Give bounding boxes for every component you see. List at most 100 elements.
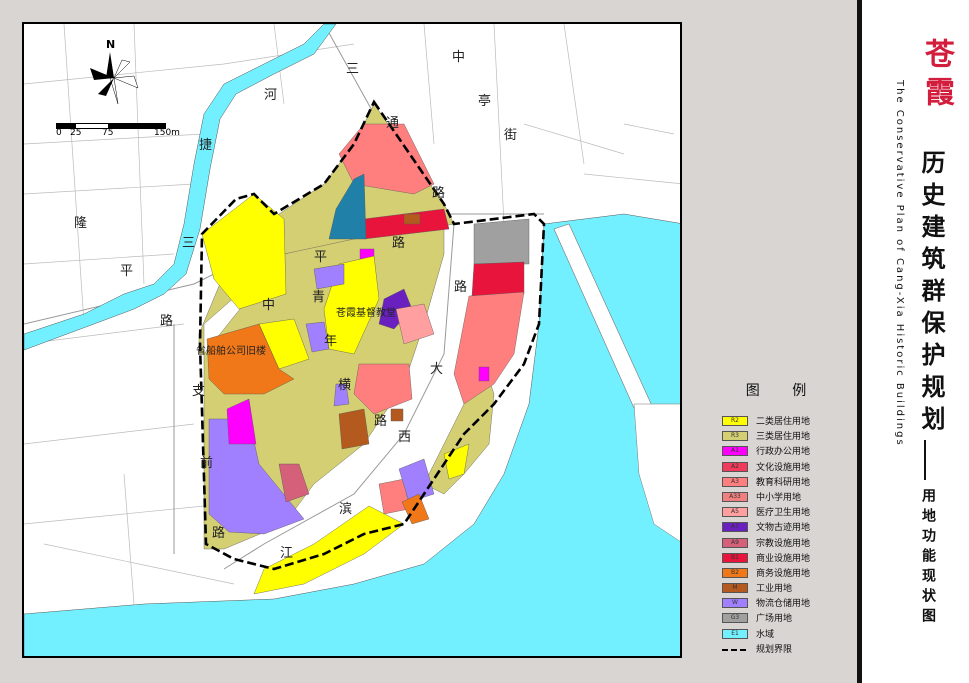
legend-label: 医疗卫生用地	[756, 508, 811, 519]
street-label-long: 隆	[74, 216, 88, 231]
parcel-a33-east	[453, 291, 525, 405]
legend-item: 规划界限	[718, 642, 848, 657]
title-cn-black: 历史建筑群保护规划	[917, 150, 946, 438]
legend-item: A2 文化设施用地	[718, 460, 848, 475]
legend-label: 文化设施用地	[756, 462, 811, 473]
legend-item: G3 广场用地	[718, 611, 848, 626]
street-label-ting: 亭	[478, 94, 492, 109]
street-label-lu4: 路	[454, 280, 468, 295]
parcel-m-north	[403, 213, 421, 225]
street-label-da: 大	[430, 362, 444, 377]
legend-swatch: R3	[722, 431, 748, 442]
legend-swatch: W	[722, 598, 748, 609]
legend-label: 中小学用地	[756, 492, 802, 503]
street-label-qian: 前	[200, 456, 214, 471]
street-label-zhi: 支	[192, 384, 206, 399]
street-label-san: 三	[346, 62, 360, 77]
street-label-xi: 西	[398, 430, 412, 445]
street-label-qing: 青	[312, 290, 326, 305]
compass-icon	[90, 52, 139, 105]
title-cn-red: 苍霞	[919, 38, 954, 114]
legend-label: 行政办公用地	[756, 447, 811, 458]
legend-label: 教育科研用地	[756, 477, 811, 488]
legend-swatch: A5	[722, 507, 748, 518]
legend-label: 规划界限	[756, 644, 793, 655]
poi-label-church: 苍霞基督教堂	[336, 308, 396, 319]
legend-item: A3 教育科研用地	[718, 475, 848, 490]
street-label-he: 河	[264, 88, 278, 103]
legend-item: A5 医疗卫生用地	[718, 505, 848, 520]
street-label-lu3: 路	[392, 236, 406, 251]
legend-swatch: E1	[722, 628, 748, 639]
subtitle-cn: 用地功能现状图	[920, 488, 936, 628]
street-label-ping: 平	[120, 264, 134, 279]
street-label-lu2: 路	[160, 314, 174, 329]
legend-label: 工业用地	[756, 584, 793, 595]
legend-label: 商务设施用地	[756, 568, 811, 579]
legend-swatch	[722, 648, 748, 651]
legend-item: R2 二类居住用地	[718, 414, 848, 429]
street-label-zhong2: 中	[262, 298, 276, 313]
parcel-g3	[473, 218, 530, 265]
street-label-bin: 滨	[339, 502, 353, 517]
legend-swatch: A9	[722, 537, 748, 548]
street-label-jie2: 捷	[199, 138, 213, 153]
legend-label: 宗教设施用地	[756, 538, 811, 549]
legend-label: 物流仓储用地	[756, 599, 811, 610]
legend-rows: R2 二类居住用地 R3 三类居住用地 A1 行政办公用地 A2 文化设施用地 A3 教育科研用地…	[718, 414, 848, 657]
legend-swatch: M	[722, 583, 748, 594]
poi-label-company: 省船舶公司旧楼	[196, 346, 266, 357]
scale-label-0: 0	[56, 128, 62, 138]
street-label-lu1: 路	[432, 186, 446, 201]
legend-swatch: A3	[722, 476, 748, 487]
street-label-ping2: 平	[314, 250, 328, 265]
legend-title: 图 例	[745, 383, 821, 399]
scale-label-25: 25	[70, 128, 82, 138]
legend-swatch: B1	[722, 552, 748, 563]
scale-bar: 0 25 75 150m	[56, 120, 180, 138]
street-label-jie: 街	[504, 128, 518, 143]
scale-label-150m: 150m	[154, 128, 180, 138]
legend-label: 文物古迹用地	[756, 523, 811, 534]
legend-item: B1 商业设施用地	[718, 551, 848, 566]
legend-label: 广场用地	[756, 614, 793, 625]
parcel-b1-east	[471, 261, 525, 297]
scale-label-75: 75	[102, 128, 114, 138]
map-panel: N 0 25 75 150m 三 通 路 中 亭 街 河 捷 隆 三 平 路 中…	[22, 22, 682, 658]
parcel-m-center	[338, 408, 370, 450]
street-label-heng: 横	[338, 378, 352, 393]
subtitle-line	[924, 440, 926, 480]
legend-label: 水域	[756, 629, 775, 640]
legend-label: 三类居住用地	[756, 432, 811, 443]
street-label-nian: 年	[324, 334, 338, 349]
legend-item: A7 文物古迹用地	[718, 520, 848, 535]
legend-item: R3 三类居住用地	[718, 429, 848, 444]
legend-swatch: A1	[722, 446, 748, 457]
street-label-san2: 三	[182, 236, 196, 251]
legend-swatch: A33	[722, 491, 748, 502]
legend-swatch: G3	[722, 613, 748, 624]
legend-item: M 工业用地	[718, 581, 848, 596]
legend-item: E1 水域	[718, 627, 848, 642]
parcel-m-small	[390, 408, 404, 422]
legend-swatch: A7	[722, 522, 748, 533]
title-panel: 苍霞 The Conservative Plan of Cang-Xia His…	[857, 0, 969, 683]
street-label-zhong1: 中	[452, 50, 466, 65]
legend-item: A1 行政办公用地	[718, 444, 848, 459]
legend-swatch: R2	[722, 416, 748, 426]
legend-label: 商业设施用地	[756, 553, 811, 564]
parcel-a1-east	[478, 366, 490, 382]
legend-item: A9 宗教设施用地	[718, 536, 848, 551]
street-label-lu6: 路	[212, 526, 226, 541]
legend-item: B2 商务设施用地	[718, 566, 848, 581]
title-en: The Conservative Plan of Cang-Xia Histor…	[894, 80, 905, 447]
legend: 图 例 R2 二类居住用地 R3 三类居住用地 A1 行政办公用地 A2 文化设施用地 A3 教育…	[718, 380, 848, 657]
legend-label: 二类居住用地	[756, 417, 811, 427]
legend-item: A33 中小学用地	[718, 490, 848, 505]
street-label-lu5: 路	[374, 414, 388, 429]
parcel-r2-west	[201, 193, 287, 310]
street-label-tong: 通	[386, 116, 400, 131]
legend-swatch: B2	[722, 567, 748, 578]
legend-item: W 物流仓储用地	[718, 596, 848, 611]
street-label-jiang: 江	[280, 546, 294, 561]
